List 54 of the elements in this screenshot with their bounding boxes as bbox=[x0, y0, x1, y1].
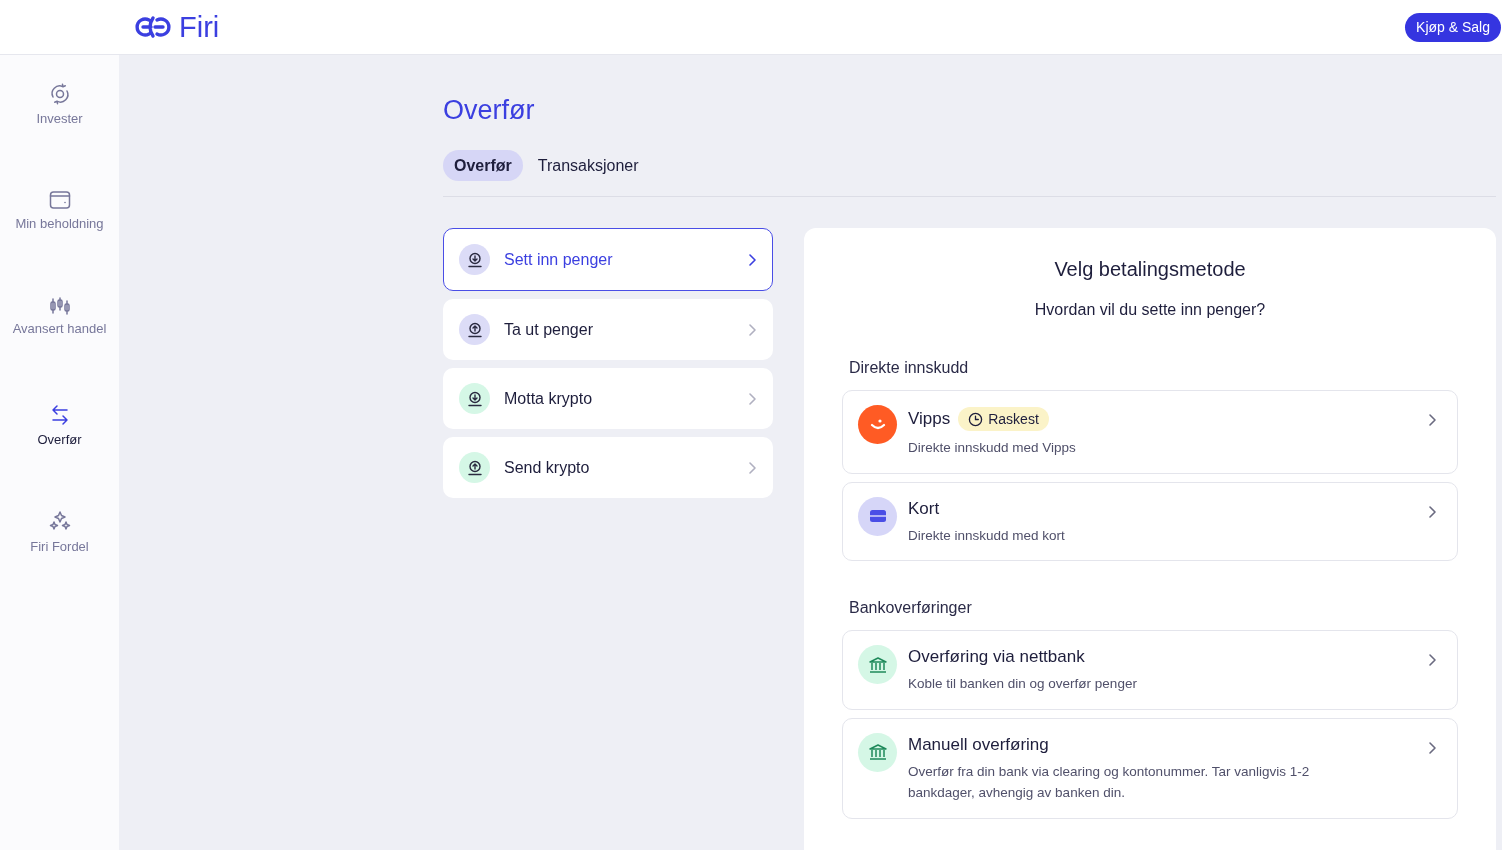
transfer-option[interactable]: Send krypto bbox=[443, 437, 773, 498]
chevron-icon bbox=[1427, 653, 1437, 668]
bank-icon bbox=[858, 732, 897, 772]
sidebar-item[interactable]: Avansert handel bbox=[0, 297, 119, 404]
chevron-icon bbox=[747, 252, 757, 267]
download-tray-icon bbox=[466, 390, 483, 407]
sidebar-item[interactable]: Overfør bbox=[0, 404, 119, 511]
page-title: Overfør bbox=[443, 95, 536, 126]
download-tray-icon bbox=[466, 251, 483, 268]
section-heading: Bankoverføringer bbox=[849, 599, 973, 618]
method-description: Direkte innskudd med kort bbox=[908, 526, 1066, 545]
method-description: Overfør fra din bank via clearing og kontonummer. Tar vanligvis 1-2 bankdager, avhengig av banken din. bbox=[908, 762, 1311, 803]
bank-icon bbox=[858, 645, 897, 685]
candlestick-icon bbox=[48, 297, 71, 315]
upload-tray-icon bbox=[466, 459, 483, 476]
chevron-icon bbox=[1427, 740, 1437, 755]
payment-method[interactable]: Manuell overføring Overfør fra din bank via clearing og kontonummer. Tar vanligvis 1-2 bankdager, avhengig av banken din. bbox=[842, 717, 1458, 819]
chevron-icon bbox=[1427, 413, 1437, 427]
chevron-icon bbox=[747, 391, 757, 406]
method-title: Kort bbox=[908, 498, 940, 519]
badge-text: Raskest bbox=[988, 411, 1039, 427]
sidebar-item[interactable]: Firi Fordel bbox=[0, 511, 119, 618]
payment-method[interactable]: Vipps Raskest Direkte innskudd med Vipps bbox=[842, 390, 1458, 474]
logo-text: Firi bbox=[179, 10, 220, 44]
clock-icon bbox=[968, 411, 984, 427]
method-title: Vipps bbox=[908, 409, 951, 429]
smile-logo-icon bbox=[858, 405, 897, 444]
card-icon bbox=[858, 496, 897, 536]
method-description: Direkte innskudd med Vipps bbox=[908, 439, 1077, 457]
tab[interactable]: Overfør bbox=[443, 150, 523, 181]
logo-icon bbox=[133, 15, 173, 39]
payment-method[interactable]: Overføring via nettbank Koble til banken din og overfør penger bbox=[842, 630, 1458, 710]
method-title: Manuell overføring bbox=[908, 734, 1049, 755]
tab[interactable]: Transaksjoner bbox=[526, 150, 650, 181]
transfer-option[interactable]: Sett inn penger bbox=[443, 228, 773, 291]
method-description: Koble til banken din og overfør penger bbox=[908, 675, 1138, 694]
upload-tray-icon bbox=[466, 321, 483, 338]
chevron-icon bbox=[1427, 504, 1437, 519]
panel-title: Velg betalingsmetode bbox=[1053, 258, 1247, 281]
chevron-icon bbox=[747, 460, 757, 475]
transfer-option[interactable]: Motta krypto bbox=[443, 368, 773, 429]
section-heading: Direkte innskudd bbox=[849, 359, 970, 377]
wallet-icon bbox=[48, 190, 71, 210]
buy-sell-button[interactable]: Kjøp & Salg bbox=[1405, 12, 1501, 42]
transfer-arrows-icon bbox=[49, 404, 70, 426]
payment-method[interactable]: Kort Direkte innskudd med kort bbox=[842, 481, 1458, 562]
panel-subtitle: Hvordan vil du sette inn penger? bbox=[1033, 301, 1267, 319]
chevron-icon bbox=[747, 322, 757, 337]
sidebar-item[interactable]: Min beholdning bbox=[0, 190, 119, 297]
sparkles-icon bbox=[48, 511, 71, 533]
transfer-option[interactable]: Ta ut penger bbox=[443, 299, 773, 360]
rotating-circle-icon bbox=[48, 83, 71, 105]
method-title: Overføring via nettbank bbox=[908, 647, 1085, 668]
sidebar-item[interactable]: Invester bbox=[0, 83, 119, 190]
